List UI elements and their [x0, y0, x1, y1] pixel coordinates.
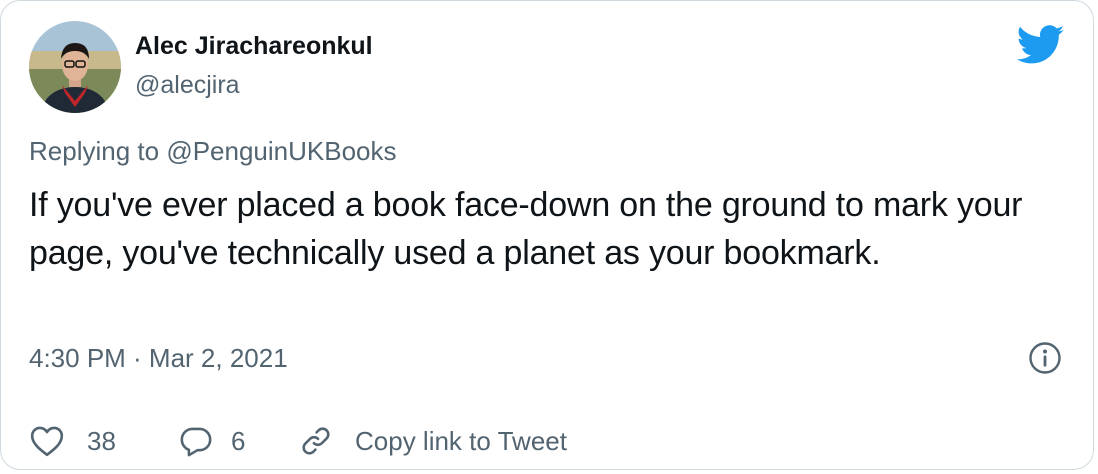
- tweet-timestamp[interactable]: 4:30 PM · Mar 2, 2021: [29, 343, 288, 374]
- tweet-card: Alec Jirachareonkul @alecjira Replying t…: [0, 0, 1094, 470]
- like-button[interactable]: 38: [29, 425, 179, 457]
- heart-icon: [30, 426, 64, 457]
- tweet-actions: 38 6 Copy link to Tweet: [29, 421, 567, 461]
- tweet-text: If you've ever placed a book face-down o…: [29, 186, 1023, 272]
- reply-mention-link[interactable]: @PenguinUKBooks: [166, 136, 396, 166]
- like-count: 38: [87, 425, 116, 456]
- twitter-bird-icon[interactable]: [1016, 25, 1065, 65]
- link-icon: [302, 427, 330, 455]
- avatar-image: [29, 21, 121, 113]
- replying-to: Replying to @PenguinUKBooks: [29, 136, 397, 167]
- author-display-name[interactable]: Alec Jirachareonkul: [135, 32, 373, 61]
- reply-button[interactable]: 6: [179, 425, 299, 457]
- reply-count: 6: [231, 425, 246, 456]
- copy-link-label: Copy link to Tweet: [355, 425, 567, 456]
- speech-bubble-icon: [180, 427, 212, 457]
- avatar[interactable]: [29, 21, 121, 113]
- replying-to-label: Replying to: [29, 136, 160, 166]
- info-icon[interactable]: [1028, 341, 1062, 375]
- copy-link-button[interactable]: Copy link to Tweet: [299, 424, 567, 458]
- author-handle[interactable]: @alecjira: [135, 71, 240, 100]
